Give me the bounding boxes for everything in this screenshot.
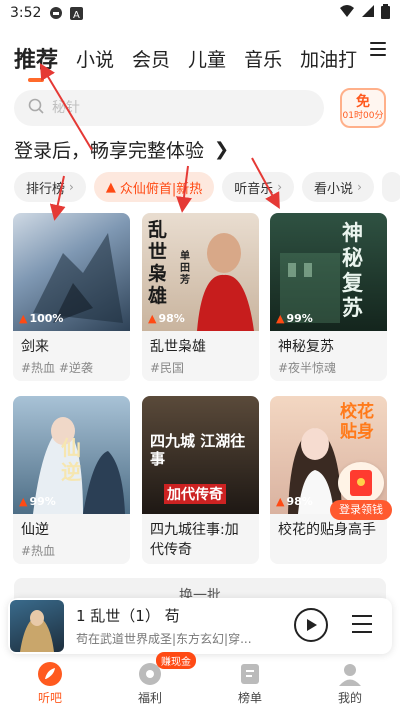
free-badge-timer: 01时00分 bbox=[342, 111, 384, 121]
cover-subtitle: 加代传奇 bbox=[164, 484, 226, 504]
flame-icon: ▲ bbox=[276, 495, 285, 508]
heat-indicator: ▲ 98% bbox=[148, 312, 185, 325]
search-input[interactable] bbox=[52, 100, 292, 116]
nav-label: 我的 bbox=[337, 690, 362, 705]
nav-label: 听吧 bbox=[37, 690, 62, 705]
player-description: 苟在武道世界成圣|东方玄幻|穿... bbox=[76, 632, 252, 646]
tab-more-cut[interactable]: 加油打 bbox=[300, 40, 357, 76]
chip-music[interactable]: 听音乐 › bbox=[222, 172, 295, 202]
tab-novel[interactable]: 小说 bbox=[76, 40, 114, 76]
chart-book-icon bbox=[237, 661, 263, 687]
flame-icon: ▲ bbox=[276, 312, 285, 325]
status-bar: 3:52 A bbox=[0, 0, 400, 26]
book-title: 剑来 bbox=[21, 339, 49, 355]
free-badge-label: 免 bbox=[356, 94, 370, 110]
heat-indicator: ▲ 99% bbox=[19, 495, 56, 508]
nav-welfare[interactable]: 福利 赚现金 bbox=[100, 652, 200, 710]
notification-icon bbox=[49, 6, 63, 20]
nav-mine[interactable]: 我的 bbox=[300, 656, 400, 710]
chevron-right-icon: › bbox=[357, 180, 362, 194]
mini-player[interactable]: 1 乱世（1） 苟 苟在武道世界成圣|东方玄幻|穿... bbox=[8, 598, 392, 654]
book-tags: #夜半惊魂 bbox=[278, 361, 337, 375]
cover-title: 仙逆 bbox=[61, 436, 81, 484]
flame-icon: ▲ bbox=[19, 312, 28, 325]
tab-music[interactable]: 音乐 bbox=[244, 40, 282, 76]
heat-indicator: ▲ 100% bbox=[19, 312, 64, 325]
book-tags bbox=[142, 560, 259, 564]
play-icon bbox=[307, 619, 317, 631]
heat-indicator: ▲ 99% bbox=[276, 312, 313, 325]
book-cover: 神秘复苏 ▲ 99% bbox=[270, 213, 387, 331]
book-title: 乱世枭雄 bbox=[150, 339, 206, 355]
login-promo-text: 登录后，畅享完整体验 bbox=[14, 140, 205, 162]
nav-listen[interactable]: 听吧 bbox=[0, 656, 100, 710]
book-tags: #热血 #逆袭 bbox=[21, 361, 93, 375]
book-card[interactable]: 仙逆 ▲ 99% 仙逆 #热血 bbox=[13, 396, 130, 564]
chip-label: 看小说 bbox=[314, 181, 354, 197]
chip-more[interactable] bbox=[381, 172, 400, 202]
chip-novel[interactable]: 看小说 › bbox=[302, 172, 374, 202]
book-title: 四九城往事:加代传奇 bbox=[150, 522, 239, 558]
book-card[interactable]: 乱世枭雄 单田芳 ▲ 98% 乱世枭雄 #民国 bbox=[142, 213, 259, 381]
bottom-nav: 听吧 福利 赚现金 榜单 我的 bbox=[0, 652, 400, 710]
chip-label: 众仙俯首|新热 bbox=[119, 181, 203, 197]
svg-text:A: A bbox=[73, 10, 80, 20]
chevron-right-icon: › bbox=[69, 180, 74, 194]
flame-icon: ▲ bbox=[105, 179, 116, 195]
nav-label: 榜单 bbox=[237, 690, 262, 705]
book-cover: ▲ 100% bbox=[13, 213, 130, 331]
book-cover: 乱世枭雄 单田芳 ▲ 98% bbox=[142, 213, 259, 331]
user-icon bbox=[337, 661, 363, 687]
category-chips: 排行榜 › ▲ 众仙俯首|新热 听音乐 › 看小说 › bbox=[14, 172, 400, 202]
nav-ranking[interactable]: 榜单 bbox=[200, 656, 300, 710]
heat-indicator: ▲ 98% bbox=[276, 495, 313, 508]
flame-icon: ▲ bbox=[19, 495, 28, 508]
app-a-icon: A bbox=[69, 6, 83, 20]
top-tabs: 推荐 小说 会员 儿童 音乐 加油打 bbox=[0, 30, 400, 82]
wifi-icon bbox=[339, 4, 355, 22]
book-card[interactable]: 神秘复苏 ▲ 99% 神秘复苏 #夜半惊魂 bbox=[270, 213, 387, 381]
free-listen-badge[interactable]: 免 01时00分 bbox=[340, 88, 386, 128]
book-tags bbox=[270, 540, 387, 544]
player-episode: 1 乱世（1） 苟 bbox=[76, 607, 180, 625]
search-icon bbox=[28, 98, 44, 118]
tab-recommend[interactable]: 推荐 bbox=[14, 40, 58, 82]
chevron-right-icon: › bbox=[277, 180, 283, 194]
book-cover: 仙逆 ▲ 99% bbox=[13, 396, 130, 514]
chip-label: 排行榜 bbox=[26, 181, 66, 197]
cover-title: 四九城 江湖往事 bbox=[150, 432, 246, 468]
login-reward-label: 登录领钱 bbox=[330, 500, 392, 520]
book-tags: #民国 bbox=[150, 361, 185, 375]
playlist-icon[interactable] bbox=[350, 612, 374, 636]
cash-badge: 赚现金 bbox=[156, 652, 196, 669]
book-tags: #热血 bbox=[21, 544, 56, 558]
book-card[interactable]: ▲ 100% 剑来 #热血 #逆袭 bbox=[13, 213, 130, 381]
chevron-right-icon: ❯ bbox=[214, 139, 230, 160]
tab-children[interactable]: 儿童 bbox=[188, 40, 226, 76]
play-button[interactable] bbox=[294, 608, 328, 642]
search-bar[interactable] bbox=[14, 90, 324, 126]
battery-icon bbox=[381, 3, 390, 23]
chip-hot[interactable]: ▲ 众仙俯首|新热 bbox=[93, 172, 215, 202]
book-title: 仙逆 bbox=[21, 522, 49, 538]
book-card[interactable]: 四九城 江湖往事 加代传奇 四九城往事:加代传奇 bbox=[142, 396, 259, 564]
book-title: 神秘复苏 bbox=[278, 339, 334, 355]
player-thumbnail bbox=[10, 600, 64, 652]
nav-label: 福利 bbox=[137, 690, 162, 705]
signal-icon bbox=[361, 4, 375, 22]
tab-vip[interactable]: 会员 bbox=[132, 40, 170, 76]
feather-icon bbox=[37, 661, 63, 687]
status-time: 3:52 bbox=[10, 5, 42, 21]
cover-title: 校花贴身 bbox=[340, 402, 374, 442]
chip-label: 听音乐 bbox=[234, 181, 274, 197]
chip-ranking[interactable]: 排行榜 › bbox=[14, 172, 86, 202]
menu-icon[interactable] bbox=[370, 42, 386, 56]
login-promo[interactable]: 登录后，畅享完整体验 ❯ bbox=[14, 136, 229, 163]
player-info: 1 乱世（1） 苟 苟在武道世界成圣|东方玄幻|穿... bbox=[76, 605, 276, 647]
cover-title: 神秘复苏 bbox=[342, 221, 363, 320]
red-envelope-icon bbox=[338, 462, 384, 504]
flame-icon: ▲ bbox=[148, 312, 157, 325]
book-cover: 四九城 江湖往事 加代传奇 bbox=[142, 396, 259, 514]
login-reward-float[interactable]: 登录领钱 bbox=[330, 462, 392, 520]
